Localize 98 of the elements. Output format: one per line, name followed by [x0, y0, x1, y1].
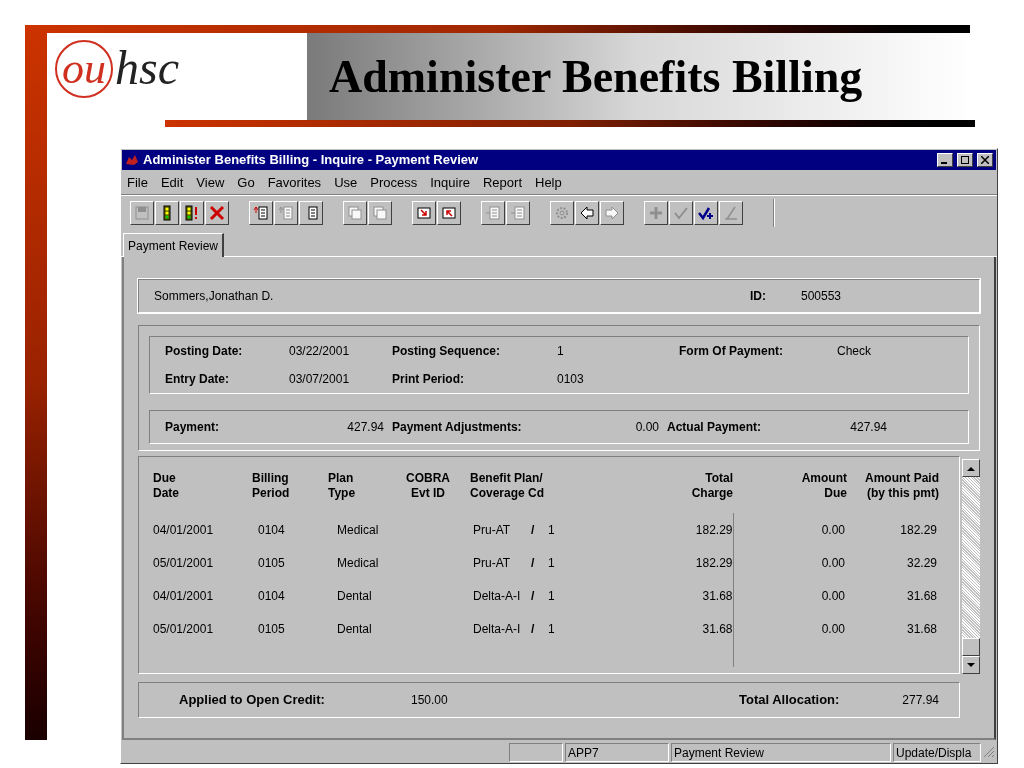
- up-arrow-icon: [967, 465, 975, 471]
- column-header: Due Date: [153, 471, 252, 513]
- field-label: Payment Adjustments:: [391, 419, 523, 436]
- table-cell-text: 1: [548, 554, 555, 572]
- separator-text: /: [531, 521, 536, 539]
- field-label: Applied to Open Credit:: [179, 691, 326, 710]
- table-cell-text: 32.29: [905, 554, 938, 572]
- close-icon: [981, 156, 989, 164]
- table-cell-text: Dental: [336, 620, 373, 638]
- table-cell: 31.68: [655, 579, 733, 612]
- table-cell-text: 0105: [257, 620, 286, 638]
- table-cell: 31.68: [655, 612, 733, 645]
- field-label: Payment:: [165, 419, 221, 436]
- field-value: 427.94: [849, 419, 887, 436]
- table-cell-text: Medical: [336, 554, 380, 572]
- field-label: Posting Date:: [165, 343, 244, 360]
- table-cell-text: 04/01/2001: [153, 521, 215, 539]
- menu-item[interactable]: Edit: [160, 172, 184, 193]
- table-cell-text: Delta-A-I: [473, 587, 522, 605]
- table-cell-text: 0104: [257, 521, 286, 539]
- table-cell-text: 1: [548, 587, 555, 605]
- table-cell: 0.00: [733, 579, 847, 612]
- scroll-thumb[interactable]: [962, 638, 980, 656]
- table-cell-text: Delta-A-I: [473, 620, 522, 638]
- table-cell: 0.00: [733, 513, 847, 546]
- table-cell-text: 05/01/2001: [153, 554, 215, 572]
- menu-item[interactable]: Inquire: [430, 172, 470, 193]
- table-cell-text: Medical: [336, 521, 380, 539]
- field-value: 0.00: [634, 419, 659, 436]
- field-value: 0103: [557, 371, 585, 388]
- maximize-button[interactable]: [957, 153, 973, 167]
- table-cell-text: 0104: [257, 587, 286, 605]
- logo-text: hsc: [115, 44, 179, 92]
- column-header: COBRA Evt ID: [400, 471, 470, 513]
- field-value: 03/07/2001: [289, 371, 351, 388]
- status-text: Update/Displa: [893, 742, 981, 762]
- column-header: Amount Due: [733, 471, 847, 513]
- field-value: 03/22/2001: [289, 343, 351, 360]
- table-cell-text: 1: [548, 620, 555, 638]
- field-value: 500553: [801, 288, 842, 305]
- scroll-up-button[interactable]: [962, 459, 980, 477]
- column-header: Total Charge: [655, 471, 733, 513]
- table-cell-text: Pru-AT: [473, 521, 512, 539]
- column-header: Benefit Plan/ Coverage Cd: [470, 471, 546, 502]
- menu-item[interactable]: View: [196, 172, 225, 193]
- table-cell: 0.00: [733, 612, 847, 645]
- column-header: Plan Type: [328, 471, 357, 502]
- field-label: ID:: [750, 288, 767, 305]
- maximize-icon: [961, 156, 969, 164]
- field-label: Posting Sequence:: [392, 343, 502, 360]
- field-value: 1: [557, 343, 565, 360]
- close-button[interactable]: [977, 153, 993, 167]
- field-value: Check: [837, 343, 872, 360]
- table-cell: 182.29: [655, 513, 733, 546]
- status-text: APP7: [565, 742, 669, 762]
- menu-item[interactable]: Help: [535, 172, 562, 193]
- resize-grip-icon: [983, 746, 995, 758]
- minimize-button[interactable]: [937, 153, 953, 167]
- separator-text: /: [531, 587, 536, 605]
- table-cell-text: 1: [548, 521, 555, 539]
- field-label: Total Allocation:: [739, 691, 841, 710]
- field-value: 277.94: [901, 692, 939, 709]
- field-label: Entry Date:: [165, 371, 230, 388]
- field-value: 427.94: [346, 419, 384, 436]
- separator-text: /: [531, 554, 536, 572]
- down-arrow-icon: [967, 662, 975, 668]
- status-pane: [509, 742, 563, 762]
- menu-item[interactable]: Use: [334, 172, 358, 193]
- menu-item[interactable]: Process: [370, 172, 418, 193]
- table-cell-text: 31.68: [905, 620, 938, 638]
- table-cell-text: Pru-AT: [473, 554, 512, 572]
- scrollbar[interactable]: [962, 459, 980, 674]
- slide-title: Administer Benefits Billing: [329, 50, 863, 104]
- status-text: Payment Review: [671, 742, 891, 762]
- separator-text: /: [531, 620, 536, 638]
- table-cell-text: Dental: [336, 587, 373, 605]
- table-cell-text: 31.68: [905, 587, 938, 605]
- field-value: 150.00: [411, 692, 449, 709]
- column-header: Billing Period: [252, 471, 328, 513]
- menu-item[interactable]: Report: [482, 172, 522, 193]
- table-cell-text: 0105: [257, 554, 286, 572]
- menu-item[interactable]: Go: [237, 172, 255, 193]
- table-cell: 182.29: [655, 546, 733, 579]
- window-title: Administer Benefits Billing - Inquire - Payment Review: [143, 151, 480, 170]
- app-icon: [125, 154, 139, 166]
- column-header: Amount Paid (by this pmt): [847, 471, 939, 513]
- table-cell-text: 05/01/2001: [153, 620, 215, 638]
- field-label: Print Period:: [392, 371, 465, 388]
- employee-name: Sommers,Jonathan D.: [154, 288, 275, 305]
- scroll-down-button[interactable]: [962, 656, 980, 674]
- table-cell-text: 04/01/2001: [153, 587, 215, 605]
- table-cell-text: 182.29: [899, 521, 938, 539]
- menu-item[interactable]: File: [127, 172, 148, 193]
- table-cell: 0.00: [733, 546, 847, 579]
- field-label: Form Of Payment:: [679, 343, 784, 360]
- menu-item[interactable]: Favorites: [267, 172, 322, 193]
- field-label: Actual Payment:: [666, 419, 763, 436]
- tab[interactable]: Payment Review: [123, 233, 225, 257]
